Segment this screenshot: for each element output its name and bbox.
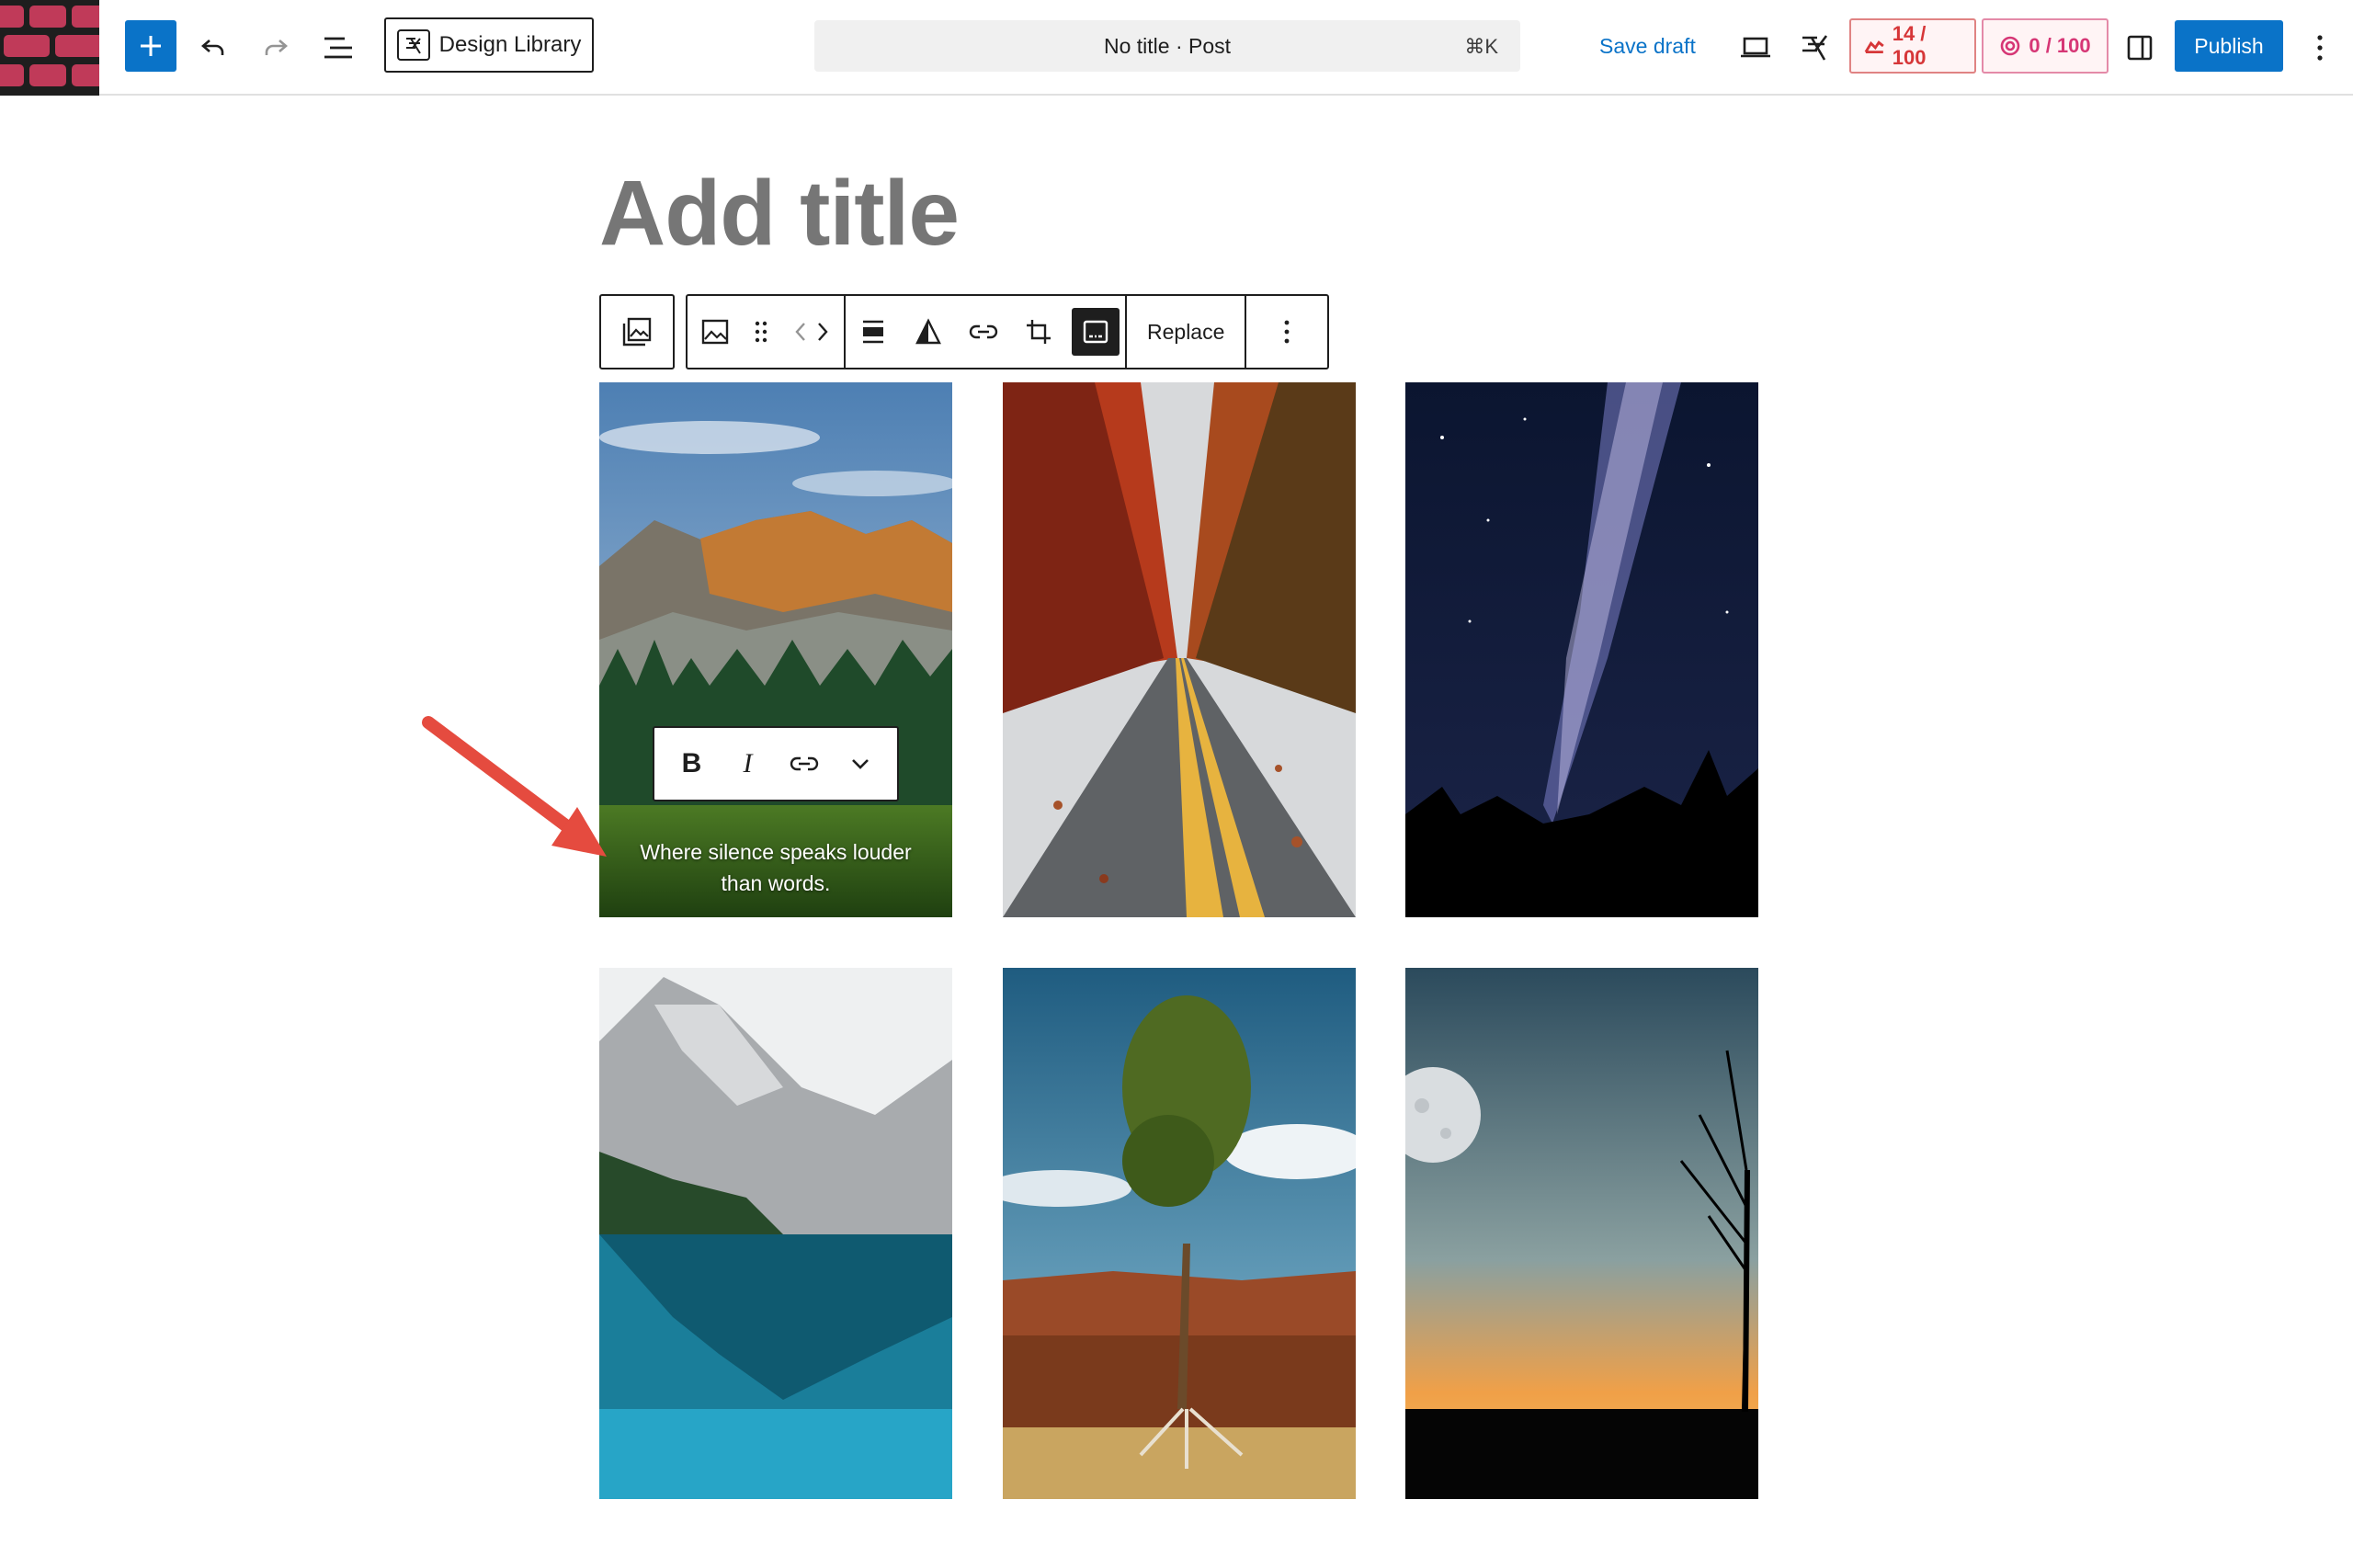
more-vertical-icon bbox=[2317, 35, 2323, 61]
undo-icon bbox=[201, 40, 224, 55]
list-view-button[interactable] bbox=[311, 20, 366, 75]
moon-sunset-image bbox=[1405, 968, 1758, 1499]
command-center[interactable]: No title · Post ⌘K bbox=[814, 20, 1520, 72]
design-library-icon bbox=[396, 29, 430, 61]
site-logo-icon[interactable] bbox=[0, 0, 99, 96]
performance-button[interactable] bbox=[1790, 20, 1846, 75]
seo-score-value: 14 / 100 bbox=[1892, 22, 1927, 69]
readability-score-value: 0 / 100 bbox=[2029, 34, 2091, 57]
drag-handle[interactable] bbox=[743, 296, 779, 368]
seo-score-icon bbox=[1864, 40, 1884, 54]
lone-tree-image bbox=[1003, 968, 1356, 1499]
link-button[interactable] bbox=[956, 296, 1011, 368]
milky-way-image bbox=[1405, 382, 1758, 917]
gallery-image-autumn-road[interactable] bbox=[1003, 382, 1356, 917]
autumn-road-image bbox=[1003, 382, 1356, 917]
gallery-image-lone-tree-canyon[interactable] bbox=[1003, 968, 1356, 1499]
align-button[interactable] bbox=[846, 296, 901, 368]
gallery-image-milky-way-night[interactable] bbox=[1405, 382, 1758, 917]
align-icon bbox=[863, 320, 883, 344]
move-icon bbox=[795, 323, 828, 341]
block-toolbar: Replace bbox=[599, 294, 1330, 369]
redo-button[interactable] bbox=[248, 20, 303, 75]
block-type-button[interactable] bbox=[688, 296, 743, 368]
image-icon bbox=[701, 319, 729, 345]
gallery-image-moon-sunset-tree[interactable] bbox=[1405, 968, 1758, 1499]
readability-score-button[interactable]: 0 / 100 bbox=[1982, 18, 2109, 74]
gallery-image-alpine-lake[interactable] bbox=[599, 968, 952, 1499]
caption-link-button[interactable] bbox=[779, 738, 830, 790]
list-view-icon bbox=[324, 37, 352, 59]
document-title: No title · Post bbox=[1103, 33, 1232, 58]
post-title-placeholder[interactable]: Add title bbox=[599, 162, 960, 265]
image-block-group: Replace bbox=[686, 294, 1330, 369]
image-caption[interactable]: Where silence speaks louder than words. bbox=[599, 836, 952, 899]
design-library-button[interactable]: Design Library bbox=[384, 17, 594, 73]
parent-block-group bbox=[599, 294, 675, 369]
more-vertical-icon bbox=[1284, 320, 1290, 344]
duotone-button[interactable] bbox=[901, 296, 956, 368]
more-formats-button[interactable] bbox=[835, 738, 886, 790]
italic-button[interactable]: I bbox=[722, 738, 774, 790]
gallery-image-mountain-forest[interactable]: Where silence speaks louder than words. bbox=[599, 382, 952, 917]
link-icon bbox=[790, 756, 818, 771]
bold-button[interactable]: B bbox=[666, 738, 718, 790]
select-parent-gallery-button[interactable] bbox=[601, 296, 673, 368]
readability-score-icon bbox=[2001, 36, 2020, 56]
contrast-icon bbox=[915, 318, 941, 345]
editor-header: Design Library No title · Post ⌘K Save d… bbox=[0, 0, 2353, 96]
crop-button[interactable] bbox=[1011, 296, 1066, 368]
alpine-lake-image bbox=[599, 968, 952, 1499]
publish-button[interactable]: Publish bbox=[2175, 20, 2283, 72]
block-options-button[interactable] bbox=[1246, 296, 1327, 368]
move-left-right-buttons[interactable] bbox=[779, 296, 844, 368]
preview-icon bbox=[1741, 37, 1770, 58]
seo-score-button[interactable]: 14 / 100 bbox=[1849, 18, 1976, 74]
undo-button[interactable] bbox=[186, 20, 241, 75]
replace-button[interactable]: Replace bbox=[1127, 296, 1245, 368]
caption-toggle-button[interactable] bbox=[1072, 308, 1120, 356]
drag-handle-icon bbox=[755, 321, 767, 343]
design-library-label: Design Library bbox=[438, 32, 582, 57]
crop-icon bbox=[1027, 320, 1051, 344]
gallery-icon bbox=[622, 317, 652, 347]
save-draft-button[interactable]: Save draft bbox=[1590, 20, 1705, 72]
redo-icon bbox=[265, 40, 288, 55]
plus-icon bbox=[141, 36, 161, 56]
settings-sidebar-toggle[interactable] bbox=[2112, 20, 2167, 75]
command-shortcut: ⌘K bbox=[1464, 35, 1498, 58]
sidebar-toggle-icon bbox=[2127, 35, 2153, 61]
link-icon bbox=[969, 324, 998, 339]
options-menu-button[interactable] bbox=[2292, 20, 2347, 75]
caption-icon bbox=[1083, 320, 1108, 344]
block-inserter-button[interactable] bbox=[125, 20, 176, 72]
performance-icon bbox=[1802, 35, 1828, 61]
preview-button[interactable] bbox=[1728, 20, 1783, 75]
chevron-down-icon bbox=[851, 759, 869, 769]
caption-format-toolbar: B I bbox=[653, 726, 899, 801]
